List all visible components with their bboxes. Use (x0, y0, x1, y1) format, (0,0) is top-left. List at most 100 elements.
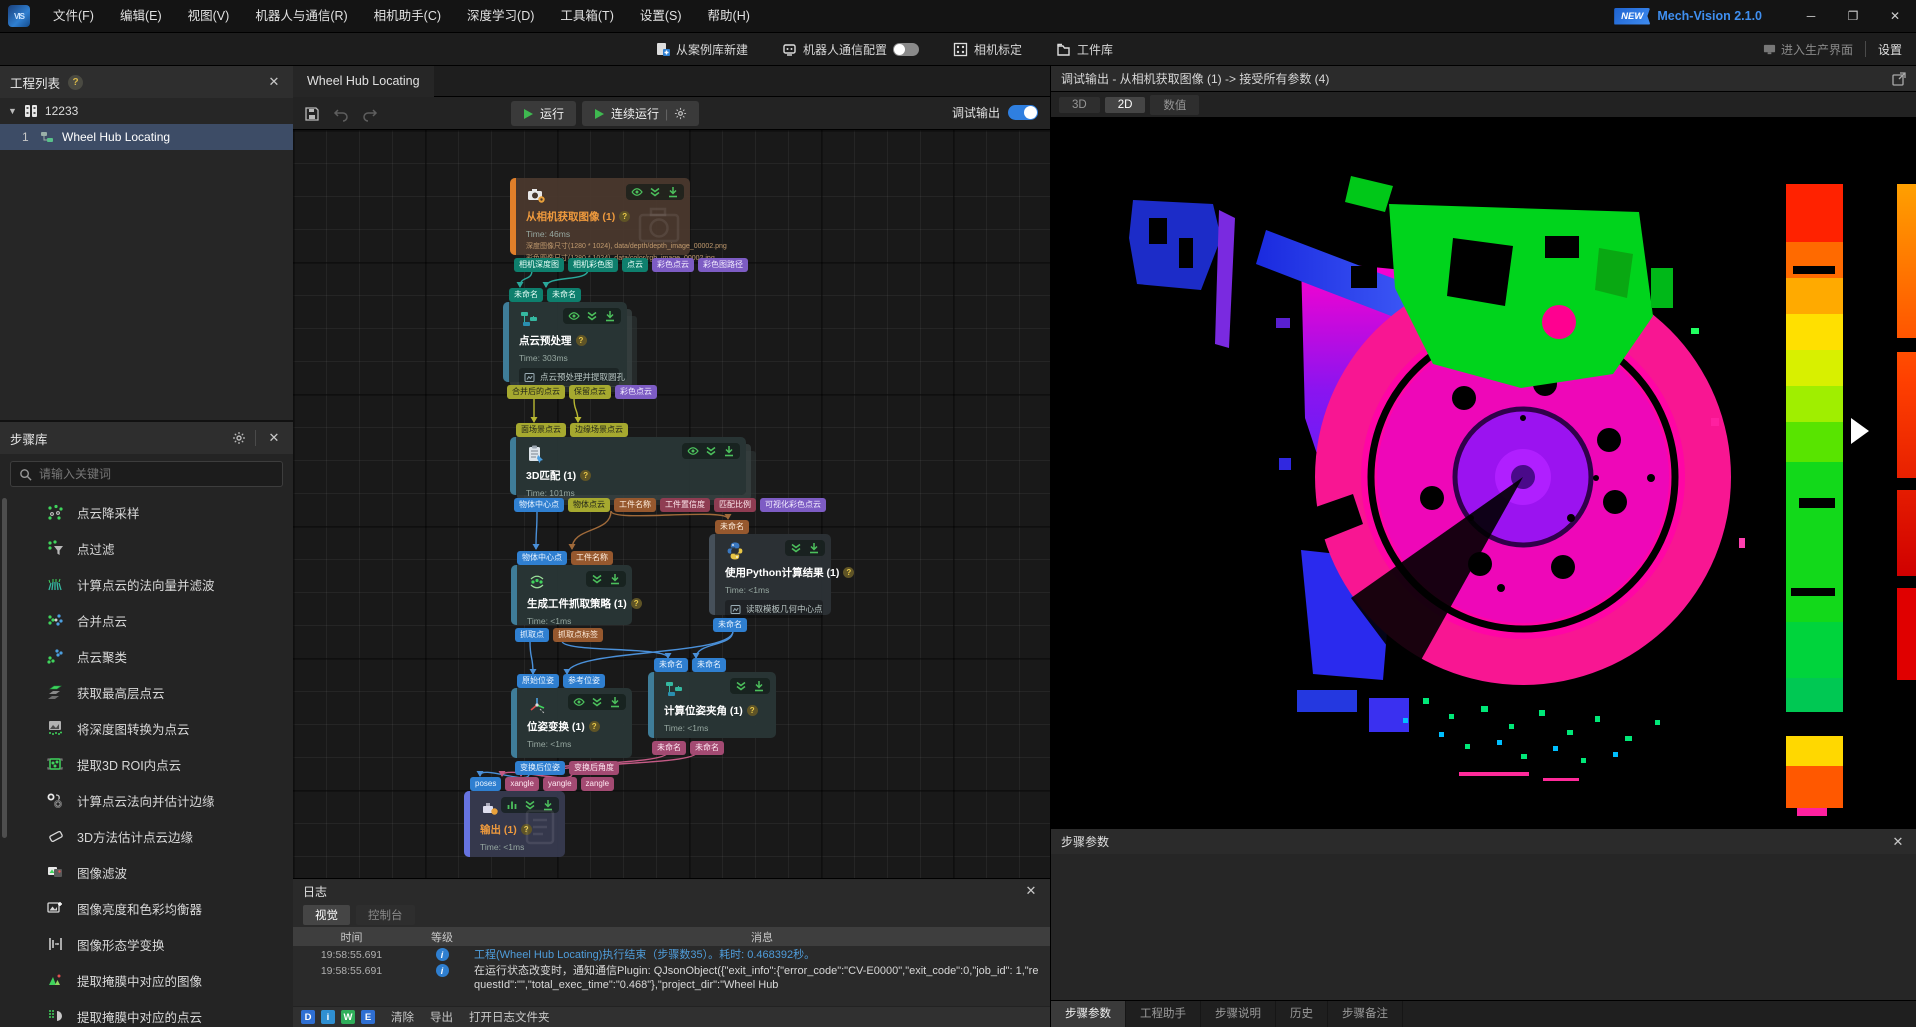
step-library-item-3[interactable]: 合并点云 (0, 602, 293, 638)
undo-button[interactable] (328, 101, 353, 126)
help-badge[interactable]: ? (576, 335, 587, 346)
log-level-filter-W[interactable]: W (341, 1010, 355, 1024)
toolbar-item-2[interactable]: 相机标定 (953, 41, 1022, 58)
log-level-filter-i[interactable]: i (321, 1010, 335, 1024)
step-search-input[interactable] (39, 467, 259, 481)
output-port[interactable]: 未命名 (690, 741, 724, 755)
input-port[interactable]: 面场景点云 (516, 423, 566, 437)
menu-item-4[interactable]: 相机助手(C) (361, 0, 454, 33)
log-level-filter-D[interactable]: D (301, 1010, 315, 1024)
menu-item-7[interactable]: 设置(S) (627, 0, 695, 33)
gear-icon[interactable] (674, 107, 687, 120)
toolbar-item-3[interactable]: 工件库 (1056, 41, 1113, 58)
project-row-selected[interactable]: 1 Wheel Hub Locating (0, 124, 293, 150)
params-tab-步骤参数[interactable]: 步骤参数 (1051, 1001, 1126, 1027)
output-port[interactable]: 变换后角度 (569, 761, 619, 775)
flow-node-preprocess[interactable]: 点云预处理?Time: 303ms点云预处理并提取圆孔 (503, 302, 627, 382)
node-quick-actions[interactable] (682, 443, 740, 459)
download-icon[interactable] (723, 445, 735, 457)
run-continuous-button[interactable]: 连续运行 | (582, 101, 699, 126)
chevrons-icon[interactable] (591, 573, 603, 585)
menu-item-5[interactable]: 深度学习(D) (454, 0, 547, 33)
input-port[interactable]: 边缘场景点云 (570, 423, 628, 437)
close-icon[interactable]: ✕ (1889, 834, 1907, 850)
output-port[interactable]: 彩色图路径 (698, 258, 748, 272)
comm-config-toggle[interactable] (893, 43, 919, 56)
log-action-2[interactable]: 打开日志文件夹 (469, 1009, 550, 1025)
input-port[interactable]: 未命名 (547, 288, 581, 302)
flow-node-camera[interactable]: 从相机获取图像 (1)?Time: 46ms深度图像尺寸(1280 * 1024… (510, 178, 690, 255)
input-port[interactable]: xangle (505, 777, 539, 791)
menu-item-6[interactable]: 工具箱(T) (547, 0, 626, 33)
flow-node-transform[interactable]: 位姿变换 (1)?Time: <1ms (511, 688, 632, 758)
input-port[interactable]: 原始位姿 (517, 674, 559, 688)
maximize-button[interactable]: ❐ (1832, 0, 1874, 33)
chevrons-icon[interactable] (735, 680, 747, 692)
solution-tree-row[interactable]: ▼ 12233 (0, 98, 293, 124)
chevrons-icon[interactable] (790, 542, 802, 554)
save-button[interactable] (299, 101, 324, 126)
enter-production-button[interactable]: 进入生产界面 (1763, 41, 1853, 58)
flow-node-grasp[interactable]: 生成工件抓取策略 (1)?Time: <1ms (511, 565, 632, 625)
menu-item-2[interactable]: 视图(V) (175, 0, 243, 33)
download-icon[interactable] (609, 573, 621, 585)
log-tab-视觉[interactable]: 视觉 (303, 905, 350, 925)
depth-image-viewport[interactable] (1051, 118, 1916, 828)
node-quick-actions[interactable] (563, 308, 621, 324)
download-icon[interactable] (604, 310, 616, 322)
minimize-button[interactable]: ─ (1790, 0, 1832, 33)
input-port[interactable]: 参考位姿 (563, 674, 605, 688)
output-port[interactable]: 彩色点云 (615, 385, 657, 399)
help-badge[interactable]: ? (747, 705, 758, 716)
step-library-item-2[interactable]: 计算点云的法向量并滤波 (0, 566, 293, 602)
step-library-item-0[interactable]: 点云降采样 (0, 494, 293, 530)
toolbar-item-0[interactable]: 从案例库新建 (655, 41, 748, 58)
eye-icon[interactable] (568, 310, 580, 322)
help-badge[interactable]: ? (631, 598, 642, 609)
step-library-item-10[interactable]: 图像滤波 (0, 854, 293, 890)
step-library-item-9[interactable]: 3D方法估计点云边缘 (0, 818, 293, 854)
input-port[interactable]: yangle (543, 777, 577, 791)
step-library-item-12[interactable]: 图像形态学变换 (0, 926, 293, 962)
chevrons-icon[interactable] (649, 186, 661, 198)
node-quick-actions[interactable] (785, 540, 825, 556)
debug-tab-3D[interactable]: 3D (1059, 97, 1100, 113)
node-quick-actions[interactable] (586, 571, 626, 587)
input-port[interactable]: 未命名 (692, 658, 726, 672)
download-icon[interactable] (609, 696, 621, 708)
input-port[interactable]: 未命名 (654, 658, 688, 672)
input-port[interactable]: poses (470, 777, 501, 791)
popout-icon[interactable] (1892, 72, 1906, 86)
step-library-item-5[interactable]: 获取最高层点云 (0, 674, 293, 710)
caret-down-icon[interactable]: ▼ (8, 106, 17, 116)
output-port[interactable]: 物体中心点 (514, 498, 564, 512)
help-badge[interactable]: ? (843, 567, 854, 578)
chevrons-icon[interactable] (705, 445, 717, 457)
step-library-item-13[interactable]: 提取掩膜中对应的图像 (0, 962, 293, 998)
menu-item-1[interactable]: 编辑(E) (107, 0, 175, 33)
output-port[interactable]: 未命名 (713, 618, 747, 632)
step-library-item-7[interactable]: 提取3D ROI内点云 (0, 746, 293, 782)
params-tab-历史[interactable]: 历史 (1276, 1001, 1328, 1027)
params-tab-步骤备注[interactable]: 步骤备注 (1328, 1001, 1403, 1027)
log-action-1[interactable]: 导出 (430, 1009, 453, 1025)
chart-icon[interactable] (506, 799, 518, 811)
download-icon[interactable] (667, 186, 679, 198)
output-port[interactable]: 彩色点云 (652, 258, 694, 272)
output-port[interactable]: 相机彩色图 (568, 258, 618, 272)
settings-button[interactable]: 设置 (1878, 41, 1902, 58)
node-quick-actions[interactable] (730, 678, 770, 694)
log-level-filter-E[interactable]: E (361, 1010, 375, 1024)
redo-button[interactable] (357, 101, 382, 126)
node-substep[interactable]: 点云预处理并提取圆孔 (519, 368, 619, 386)
output-port[interactable]: 合并后的点云 (507, 385, 565, 399)
step-library-item-1[interactable]: 点过滤 (0, 530, 293, 566)
input-port[interactable]: 物体中心点 (517, 551, 567, 565)
eye-icon[interactable] (631, 186, 643, 198)
output-port[interactable]: 可视化彩色点云 (760, 498, 826, 512)
help-badge[interactable]: ? (619, 211, 630, 222)
output-port[interactable]: 工件置信度 (660, 498, 710, 512)
eye-icon[interactable] (573, 696, 585, 708)
params-tab-工程助手[interactable]: 工程助手 (1126, 1001, 1201, 1027)
log-action-0[interactable]: 清除 (391, 1009, 414, 1025)
